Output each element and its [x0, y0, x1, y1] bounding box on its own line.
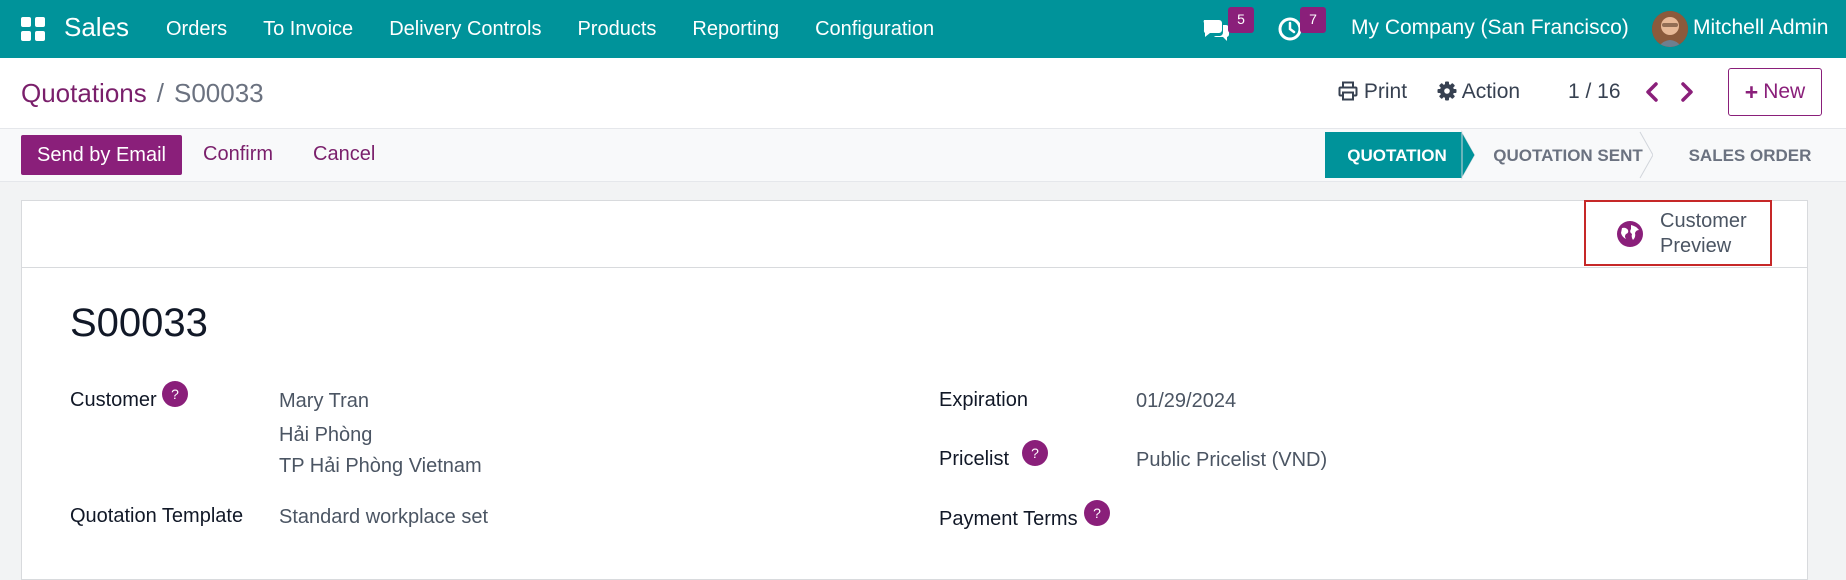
customer-preview-line2: Preview [1660, 235, 1732, 257]
status-bar: Send by Email Confirm Cancel QUOTATION Q… [0, 129, 1846, 182]
cancel-button[interactable]: Cancel [313, 143, 375, 166]
quotation-template-value[interactable]: Standard workplace set [279, 506, 488, 529]
form-sheet: Customer Preview S00033 Customer ? Mary … [21, 200, 1808, 580]
menu-configuration[interactable]: Configuration [797, 18, 952, 41]
app-name[interactable]: Sales [64, 12, 129, 43]
chevron-left-icon[interactable] [1642, 81, 1664, 103]
stage-quotation-sent-label: QUOTATION SENT [1493, 146, 1643, 165]
pricelist-label: Pricelist [939, 448, 1010, 470]
menu-products[interactable]: Products [559, 18, 674, 41]
company-switcher[interactable]: My Company (San Francisco) [1351, 16, 1629, 40]
breadcrumb: Quotations / S00033 [21, 78, 264, 109]
top-navbar: Sales Orders To Invoice Delivery Control… [0, 0, 1846, 58]
chat-icon[interactable] [1201, 14, 1231, 44]
expiration-label: Expiration [939, 389, 1028, 411]
gear-icon [1437, 81, 1457, 101]
pricelist-value[interactable]: Public Pricelist (VND) [1136, 449, 1327, 472]
stage-sales-order-label: SALES ORDER [1689, 146, 1812, 165]
stage-quotation-label: QUOTATION [1347, 146, 1446, 165]
menu-orders[interactable]: Orders [148, 18, 245, 41]
main-menu: Orders To Invoice Delivery Controls Prod… [148, 0, 952, 58]
send-by-email-button[interactable]: Send by Email [21, 135, 182, 175]
plus-icon: + [1744, 78, 1759, 105]
action-button[interactable]: Action [1437, 80, 1520, 104]
new-button[interactable]: + New [1728, 68, 1822, 116]
customer-preview-line1: Customer [1660, 210, 1747, 232]
pricelist-help-icon[interactable]: ? [1022, 440, 1048, 466]
print-button[interactable]: Print [1338, 80, 1407, 104]
control-panel: Quotations / S00033 Print Action 1 / 16 [0, 58, 1846, 129]
print-icon [1338, 81, 1358, 101]
expiration-value[interactable]: 01/29/2024 [1136, 390, 1236, 413]
stage-pipeline: QUOTATION QUOTATION SENT SALES ORDER [1325, 130, 1846, 180]
globe-icon [1617, 221, 1643, 247]
new-label: New [1763, 80, 1806, 103]
customer-name-value[interactable]: Mary Tran [279, 390, 369, 413]
chevron-right-icon[interactable] [1675, 81, 1697, 103]
messages-count-badge: 5 [1228, 7, 1254, 33]
breadcrumb-separator: / [156, 78, 164, 108]
payment-terms-help-icon[interactable]: ? [1084, 500, 1110, 526]
payment-terms-label: Payment Terms [939, 508, 1078, 530]
customer-region-value: TP Hải Phòng Vietnam [279, 455, 482, 477]
menu-to-invoice[interactable]: To Invoice [245, 18, 371, 41]
avatar-face-icon [1652, 11, 1688, 47]
pager-value[interactable]: 1 / 16 [1568, 80, 1621, 104]
quotation-template-label: Quotation Template [70, 505, 244, 527]
action-label: Action [1461, 80, 1521, 103]
user-avatar[interactable] [1652, 11, 1688, 47]
menu-reporting[interactable]: Reporting [674, 18, 797, 41]
customer-preview-button[interactable]: Customer Preview [1584, 200, 1772, 266]
customer-city-value: Hải Phòng [279, 424, 373, 446]
breadcrumb-quotations-link[interactable]: Quotations [21, 78, 147, 108]
smart-button-box: Customer Preview [22, 200, 1807, 268]
print-label: Print [1363, 80, 1408, 103]
apps-grid-icon[interactable] [20, 16, 46, 42]
record-title: S00033 [70, 301, 208, 345]
customer-label: Customer [70, 389, 157, 411]
activities-count-badge: 7 [1300, 7, 1326, 33]
breadcrumb-current: S00033 [173, 78, 264, 108]
customer-preview-label: Customer Preview [1660, 209, 1747, 259]
user-menu[interactable]: Mitchell Admin [1693, 16, 1828, 40]
customer-help-icon[interactable]: ? [162, 381, 188, 407]
menu-delivery-controls[interactable]: Delivery Controls [371, 18, 559, 41]
confirm-button[interactable]: Confirm [203, 143, 273, 166]
